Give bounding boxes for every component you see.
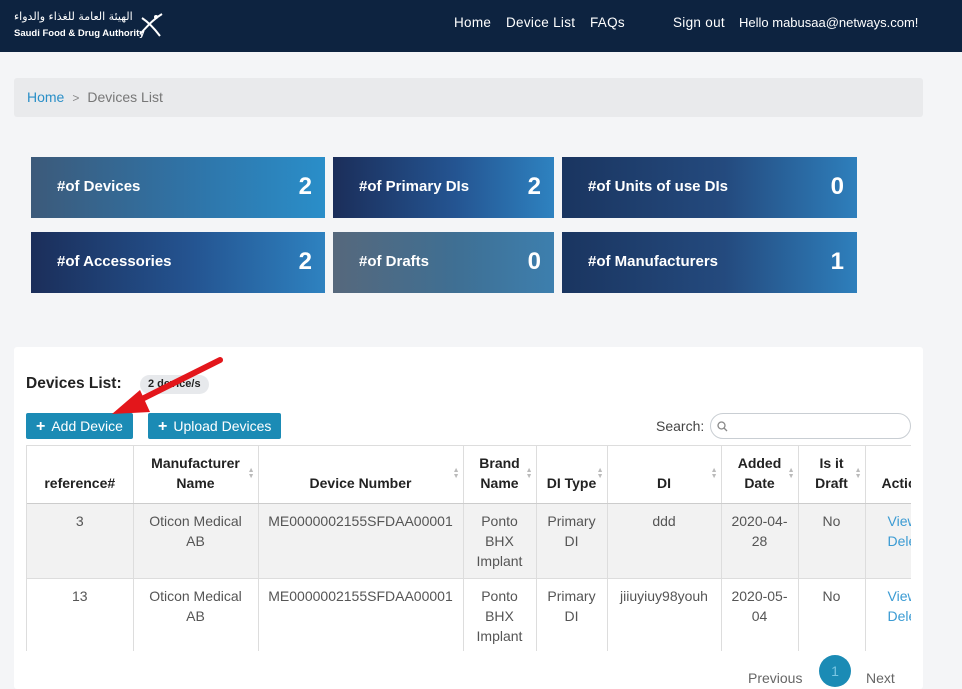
cell-brand: Ponto BHX Implant bbox=[463, 503, 537, 579]
nav-device-list-link[interactable]: Device List bbox=[506, 15, 575, 30]
breadcrumb-home-link[interactable]: Home bbox=[27, 89, 64, 105]
table-header-row: reference# Manufacturer Name ▲ ▼ Device Nu… bbox=[27, 446, 911, 504]
table-row: 13 Oticon Medical AB ME0000002155SFDAA00… bbox=[27, 578, 911, 651]
stat-value: 0 bbox=[830, 173, 844, 200]
user-greeting[interactable]: Hello mabusaa@netways.com! bbox=[739, 15, 918, 30]
stat-card-units-of-use-dis[interactable]: #of Units of use DIs 0 bbox=[562, 157, 857, 218]
stat-value: 2 bbox=[527, 173, 541, 200]
breadcrumb: Home > Devices List bbox=[14, 78, 923, 117]
plus-icon: + bbox=[36, 418, 46, 435]
stat-card-manufacturers[interactable]: #of Manufacturers 1 bbox=[562, 232, 857, 293]
cell-actions: View Delete bbox=[865, 503, 912, 579]
sort-icon: ▲ ▼ bbox=[247, 467, 255, 480]
delete-link[interactable]: Delete bbox=[872, 531, 912, 551]
column-header-di-type[interactable]: DI Type ▲ ▼ bbox=[536, 446, 608, 504]
cell-di: ddd bbox=[607, 503, 722, 579]
cell-added-date: 2020-04-28 bbox=[721, 503, 799, 579]
sort-icon: ▲ ▼ bbox=[596, 467, 604, 480]
cell-device-number: ME0000002155SFDAA00001 bbox=[258, 503, 464, 579]
device-count-badge: 2 device/s bbox=[140, 375, 209, 394]
column-header-di[interactable]: DI ▲ ▼ bbox=[607, 446, 722, 504]
stat-label: #of Primary DIs bbox=[359, 178, 470, 195]
cell-manufacturer: Oticon Medical AB bbox=[133, 503, 259, 579]
cell-brand: Ponto BHX Implant bbox=[463, 578, 537, 651]
add-device-button[interactable]: + Add Device bbox=[26, 413, 133, 439]
search-icon bbox=[717, 421, 728, 432]
stat-card-accessories[interactable]: #of Accessories 2 bbox=[31, 232, 325, 293]
sort-icon: ▲ ▼ bbox=[854, 467, 862, 480]
breadcrumb-separator: > bbox=[72, 91, 80, 105]
column-header-is-draft[interactable]: Is it Draft ▲ ▼ bbox=[798, 446, 866, 504]
nav-faqs-link[interactable]: FAQs bbox=[590, 15, 625, 30]
pagination-previous-button[interactable]: Previous bbox=[748, 670, 802, 686]
stat-label: #of Devices bbox=[57, 178, 141, 195]
cell-added-date: 2020-05-04 bbox=[721, 578, 799, 651]
stat-card-drafts[interactable]: #of Drafts 0 bbox=[333, 232, 554, 293]
sort-icon: ▲ ▼ bbox=[710, 467, 718, 480]
stat-value: 1 bbox=[830, 248, 844, 275]
stat-label: #of Accessories bbox=[57, 253, 172, 270]
pagination-page-button[interactable]: 1 bbox=[819, 655, 851, 687]
sign-out-link[interactable]: Sign out bbox=[673, 15, 725, 30]
search-label: Search: bbox=[656, 418, 705, 434]
cell-device-number: ME0000002155SFDAA00001 bbox=[258, 578, 464, 651]
sort-icon: ▲ ▼ bbox=[787, 467, 795, 480]
nav-home-link[interactable]: Home bbox=[454, 15, 491, 30]
cell-draft: No bbox=[798, 503, 866, 579]
view-link[interactable]: View bbox=[872, 511, 912, 531]
sort-icon: ▲ ▼ bbox=[525, 467, 533, 480]
table-row: 3 Oticon Medical AB ME0000002155SFDAA000… bbox=[27, 503, 912, 579]
column-header-added-date[interactable]: Added Date ▲ ▼ bbox=[721, 446, 799, 504]
cell-actions: View Delete bbox=[865, 578, 911, 651]
top-navbar: الهيئة العامة للغذاء والدواء Saudi Food … bbox=[0, 0, 962, 52]
logo-english-text: Saudi Food & Drug Authority bbox=[14, 28, 145, 39]
cell-di-type: Primary DI bbox=[536, 578, 608, 651]
cell-reference: 13 bbox=[27, 578, 134, 651]
breadcrumb-current: Devices List bbox=[87, 89, 163, 105]
cell-draft: No bbox=[798, 578, 866, 651]
cell-di-type: Primary DI bbox=[536, 503, 608, 579]
cell-manufacturer: Oticon Medical AB bbox=[133, 578, 259, 651]
sfda-logo[interactable]: الهيئة العامة للغذاء والدواء Saudi Food … bbox=[12, 8, 172, 44]
column-header-manufacturer[interactable]: Manufacturer Name ▲ ▼ bbox=[133, 446, 259, 504]
stat-label: #of Drafts bbox=[359, 253, 430, 270]
stat-label: #of Manufacturers bbox=[588, 253, 719, 270]
logo-emblem-icon bbox=[139, 13, 163, 37]
stat-value: 2 bbox=[298, 173, 312, 200]
plus-icon: + bbox=[158, 418, 168, 435]
delete-link[interactable]: Delete bbox=[872, 606, 912, 626]
column-header-device-number[interactable]: Device Number ▲ ▼ bbox=[258, 446, 464, 504]
column-header-reference[interactable]: reference# bbox=[27, 446, 134, 504]
column-header-brand[interactable]: Brand Name ▲ ▼ bbox=[463, 446, 537, 504]
devices-list-panel: Devices List: 2 device/s + Add Device + Up… bbox=[14, 347, 923, 689]
search-input[interactable] bbox=[710, 413, 911, 439]
logo-arabic-text: الهيئة العامة للغذاء والدواء bbox=[14, 10, 133, 23]
view-link[interactable]: View bbox=[872, 586, 912, 606]
upload-devices-button[interactable]: + Upload Devices bbox=[148, 413, 282, 439]
cell-reference: 3 bbox=[27, 503, 134, 579]
add-device-label: Add Device bbox=[51, 418, 123, 434]
devices-table: reference# Manufacturer Name ▲ ▼ Device Nu… bbox=[26, 445, 911, 651]
stat-value: 0 bbox=[527, 248, 541, 275]
pagination-next-button[interactable]: Next bbox=[866, 670, 895, 686]
column-header-actions: Actions bbox=[865, 446, 911, 504]
devices-list-title: Devices List: bbox=[26, 375, 122, 392]
stat-card-primary-dis[interactable]: #of Primary DIs 2 bbox=[333, 157, 554, 218]
upload-devices-label: Upload Devices bbox=[173, 418, 272, 434]
stat-value: 2 bbox=[298, 248, 312, 275]
sort-icon: ▲ ▼ bbox=[452, 467, 460, 480]
stat-label: #of Units of use DIs bbox=[588, 178, 729, 195]
cell-di: jiiuyiuy98youh bbox=[607, 578, 722, 651]
stat-card-devices[interactable]: #of Devices 2 bbox=[31, 157, 325, 218]
